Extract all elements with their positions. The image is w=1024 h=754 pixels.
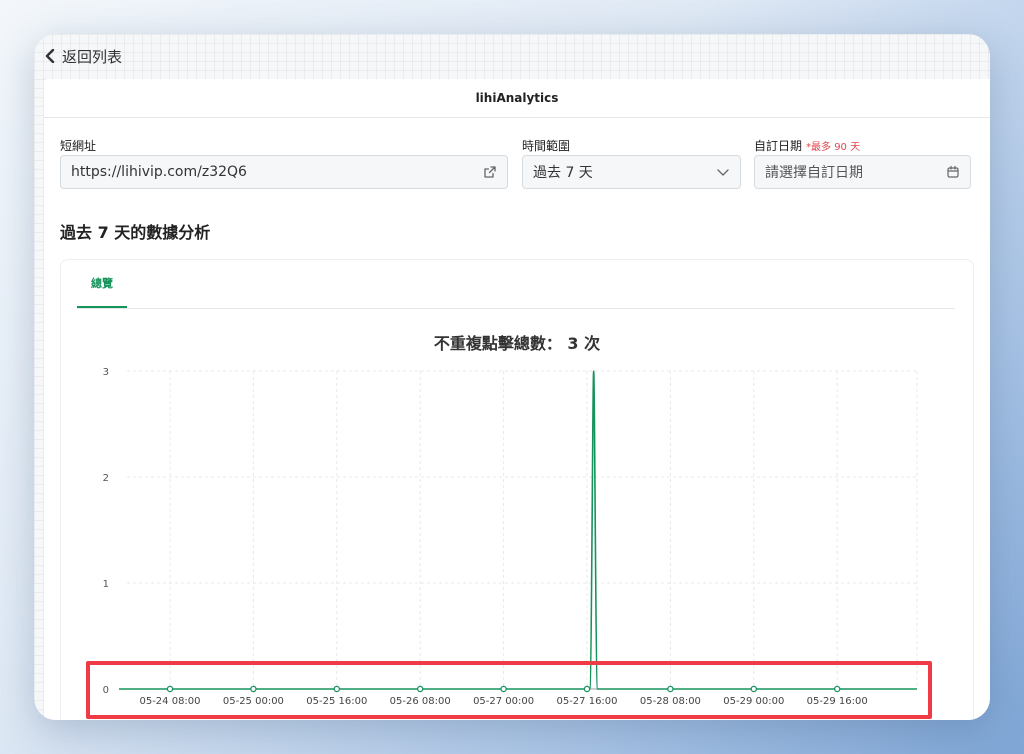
page-title: lihiAnalytics [44,79,990,118]
external-link-icon[interactable] [483,165,497,179]
y-tick-label: 1 [103,579,109,590]
custom-date-note: *最多 90 天 [806,142,861,153]
unique-clicks-chart: 012305-24 08:00 05-25 00:00 05-25 16:00 05-… [103,367,918,707]
highlight-box [86,661,932,719]
chevron-down-icon [717,169,729,176]
chevron-left-icon [45,49,55,63]
calendar-icon [947,165,959,178]
custom-date-picker[interactable]: 請選擇自訂日期 [754,155,971,189]
time-range-select[interactable]: 過去 7 天 [522,155,741,189]
short-url-field[interactable]: https://lihivip.com/z32Q6 [60,155,508,189]
y-tick-label: 3 [103,367,109,378]
short-url-value: https://lihivip.com/z32Q6 [71,164,247,180]
y-tick-label: 2 [103,473,109,484]
series-line [119,370,917,690]
app-window: 返回列表 lihiAnalytics 短網址 https://lihivip.c… [34,34,990,720]
back-to-list-link[interactable]: 返回列表 [44,44,122,68]
analytics-panel: lihiAnalytics 短網址 https://lihivip.com/z3… [44,79,990,720]
back-label: 返回列表 [62,47,123,66]
chart-card: 總覽 不重複點擊總數： 3 次 0 1 2 3 05-24 08:00 05-25 00:… [60,259,974,720]
time-range-value: 過去 7 天 [533,165,593,181]
custom-date-label-text: 自訂日期 [754,139,803,153]
custom-date-placeholder: 請選擇自訂日期 [765,165,863,181]
custom-date-label: 自訂日期 *最多 90 天 [754,137,860,154]
section-title: 過去 7 天的數據分析 [60,223,211,242]
time-range-label: 時間範圍 [522,139,571,153]
short-url-label: 短網址 [60,139,97,153]
